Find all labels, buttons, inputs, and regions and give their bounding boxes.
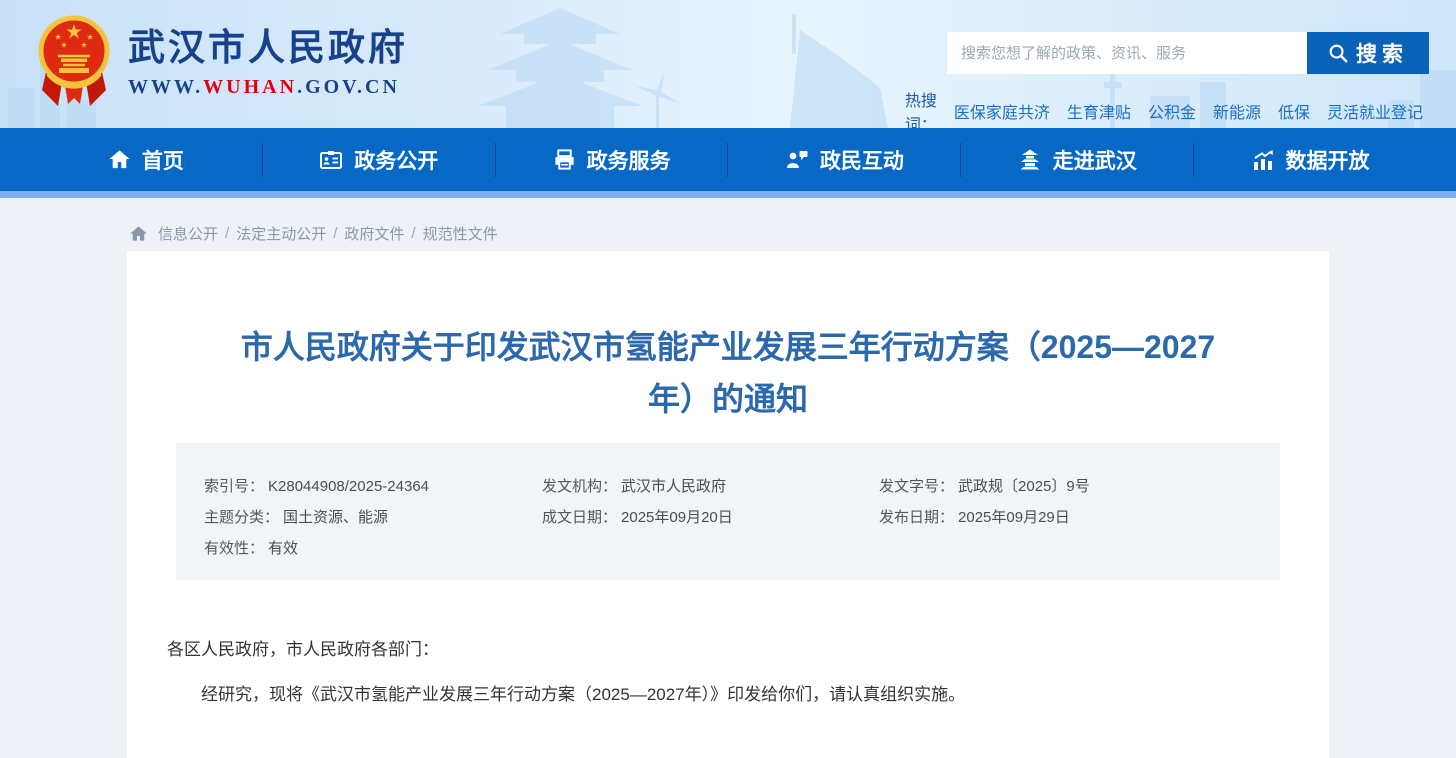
nav-item-interaction[interactable]: 政民互动	[728, 128, 960, 191]
meta-value: K28044908/2025-24364	[268, 478, 429, 495]
nav-item-label: 政务公开	[354, 145, 438, 175]
meta-row-index-number: 索引号：K28044908/2025-24364	[204, 479, 542, 494]
breadcrumb-trail: 信息公开 / 法定主动公开 / 政府文件 / 规范性文件	[158, 223, 498, 244]
nav-item-label: 数据开放	[1286, 145, 1370, 175]
document-card: 市人民政府关于印发武汉市氢能产业发展三年行动方案（2025—2027年）的通知 …	[127, 251, 1329, 758]
site-url-suffix: .GOV.CN	[297, 76, 400, 98]
document-meta-panel: 索引号：K28044908/2025-24364 主题分类：国土资源、能源 有效…	[176, 443, 1280, 580]
search-button-label: 搜索	[1356, 38, 1408, 68]
breadcrumb-item[interactable]: 法定主动公开	[236, 223, 326, 244]
hot-keyword-link[interactable]: 新能源	[1213, 99, 1261, 123]
breadcrumb-separator: /	[333, 225, 337, 242]
nav-item-disclosure[interactable]: 政务公开	[263, 128, 495, 191]
breadcrumb-separator: /	[411, 225, 415, 242]
nav-item-about-wuhan[interactable]: 走进武汉	[961, 128, 1193, 191]
nav-item-label: 政务服务	[587, 145, 671, 175]
breadcrumb: 信息公开 / 法定主动公开 / 政府文件 / 规范性文件	[127, 198, 1329, 251]
hot-search-label: 热搜词：	[905, 87, 937, 128]
meta-row-written-date: 成文日期：2025年09月20日	[542, 510, 879, 525]
service-icon	[553, 148, 576, 171]
site-url-highlight: WUHAN	[203, 76, 297, 98]
search-bar: 搜索	[947, 32, 1429, 74]
search-icon	[1328, 43, 1349, 64]
meta-label: 成文日期：	[542, 509, 617, 526]
hot-keyword-link[interactable]: 公积金	[1148, 99, 1196, 123]
nav-accent-strip	[0, 191, 1456, 198]
hot-keyword-link[interactable]: 医保家庭共济	[954, 99, 1050, 123]
breadcrumb-item[interactable]: 信息公开	[158, 223, 218, 244]
meta-row-validity: 有效性：有效	[204, 541, 542, 556]
site-url: WWW.WUHAN.GOV.CN	[128, 76, 408, 99]
hot-search-row: 热搜词： 医保家庭共济 生育津贴 公积金 新能源 低保 灵活就业登记	[947, 87, 1429, 128]
meta-column-3: 发文字号：武政规〔2025〕9号 发布日期：2025年09月29日	[879, 479, 1280, 556]
nav-item-service[interactable]: 政务服务	[496, 128, 728, 191]
meta-label: 有效性：	[204, 540, 264, 557]
national-emblem-logo	[36, 10, 112, 114]
breadcrumb-home-icon	[129, 224, 148, 243]
meta-column-2: 发文机构：武汉市人民政府 成文日期：2025年09月20日	[542, 479, 879, 556]
document-body: 各区人民政府，市人民政府各部门： 经研究，现将《武汉市氢能产业发展三年行动方案（…	[167, 636, 1289, 709]
interaction-icon	[785, 148, 809, 172]
meta-value: 2025年09月29日	[958, 509, 1070, 526]
meta-value: 国土资源、能源	[283, 509, 388, 526]
document-salutation: 各区人民政府，市人民政府各部门：	[167, 636, 1289, 664]
meta-row-document-number: 发文字号：武政规〔2025〕9号	[879, 479, 1280, 494]
meta-label: 发布日期：	[879, 509, 954, 526]
open-data-icon	[1251, 148, 1275, 172]
main-nav: 首页 政务公开 政务服务 政民互动 走进武汉 数据开放	[0, 128, 1456, 191]
meta-label: 主题分类：	[204, 509, 279, 526]
meta-label: 发文字号：	[879, 478, 954, 495]
breadcrumb-separator: /	[225, 225, 229, 242]
hot-keyword-link[interactable]: 灵活就业登记	[1327, 99, 1423, 123]
meta-value: 有效	[268, 540, 298, 557]
search-area: 搜索 热搜词： 医保家庭共济 生育津贴 公积金 新能源 低保 灵活就业登记	[947, 32, 1429, 128]
city-tower-icon	[1018, 148, 1042, 172]
document-paragraph: 经研究，现将《武汉市氢能产业发展三年行动方案（2025—2027年）》印发给你们…	[167, 681, 1289, 709]
meta-value: 武汉市人民政府	[621, 478, 726, 495]
meta-value: 武政规〔2025〕9号	[958, 478, 1090, 495]
site-header: 武汉市人民政府 WWW.WUHAN.GOV.CN 搜索 热搜词： 医保家庭共济 …	[0, 0, 1456, 128]
search-button[interactable]: 搜索	[1307, 32, 1429, 74]
nav-item-label: 政民互动	[820, 145, 904, 175]
breadcrumb-item-current: 规范性文件	[423, 223, 498, 244]
hot-keyword-link[interactable]: 生育津贴	[1067, 99, 1131, 123]
breadcrumb-item[interactable]: 政府文件	[344, 223, 404, 244]
nav-item-open-data[interactable]: 数据开放	[1194, 128, 1426, 191]
hot-keyword-link[interactable]: 低保	[1278, 99, 1310, 123]
disclosure-icon	[319, 148, 343, 172]
nav-item-home[interactable]: 首页	[30, 128, 262, 191]
site-brand[interactable]: 武汉市人民政府 WWW.WUHAN.GOV.CN	[36, 10, 408, 114]
home-icon	[108, 148, 131, 171]
nav-item-label: 走进武汉	[1053, 145, 1137, 175]
meta-row-publish-date: 发布日期：2025年09月29日	[879, 510, 1280, 525]
meta-row-issuing-agency: 发文机构：武汉市人民政府	[542, 479, 879, 494]
search-input[interactable]	[947, 32, 1307, 74]
meta-column-1: 索引号：K28044908/2025-24364 主题分类：国土资源、能源 有效…	[204, 479, 542, 556]
meta-label: 发文机构：	[542, 478, 617, 495]
nav-item-label: 首页	[142, 145, 184, 175]
document-title: 市人民政府关于印发武汉市氢能产业发展三年行动方案（2025—2027年）的通知	[223, 251, 1233, 425]
meta-row-topic-category: 主题分类：国土资源、能源	[204, 510, 542, 525]
site-url-prefix: WWW.	[128, 76, 203, 98]
meta-value: 2025年09月20日	[621, 509, 733, 526]
meta-label: 索引号：	[204, 478, 264, 495]
site-title: 武汉市人民政府	[128, 26, 408, 70]
